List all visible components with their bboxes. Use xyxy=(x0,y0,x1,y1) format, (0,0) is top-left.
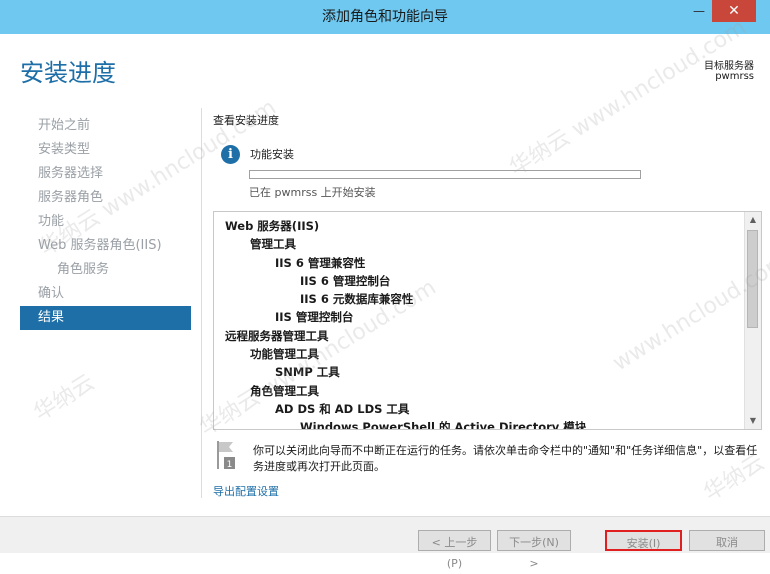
minimize-button[interactable]: — xyxy=(686,0,712,22)
installation-status: 已在 pwmrss 上开始安装 xyxy=(249,186,376,199)
svg-text:1: 1 xyxy=(227,460,233,470)
nav-item-results[interactable]: 结果 xyxy=(20,306,191,330)
scroll-down-icon[interactable]: ▼ xyxy=(745,413,761,429)
page-title: 安装进度 xyxy=(20,59,116,87)
info-note: 你可以关闭此向导而不中断正在运行的任务。请依次单击命令栏中的"通知"和"任务详细… xyxy=(253,444,758,473)
wizard-nav: 开始之前 安装类型 服务器选择 服务器角色 功能 Web 服务器角色(IIS) … xyxy=(20,114,191,330)
results-list[interactable]: Web 服务器(IIS) 管理工具 IIS 6 管理兼容性 IIS 6 管理控制… xyxy=(213,211,762,430)
close-icon: ✕ xyxy=(728,3,740,19)
next-button[interactable]: 下一步(N) > xyxy=(497,530,571,570)
result-item: 功能管理工具 xyxy=(250,347,319,362)
close-button[interactable]: ✕ xyxy=(712,0,756,22)
nav-item-features[interactable]: 功能 xyxy=(20,210,191,234)
info-icon: i xyxy=(221,145,240,164)
nav-item-server-roles[interactable]: 服务器角色 xyxy=(20,186,191,210)
watermark: 华纳云 xyxy=(29,370,99,427)
scrollbar-thumb[interactable] xyxy=(747,230,758,328)
minimize-icon: — xyxy=(693,4,705,18)
nav-item-installation-type[interactable]: 安装类型 xyxy=(20,138,191,162)
result-item: IIS 6 管理控制台 xyxy=(300,273,391,288)
scroll-up-icon[interactable]: ▲ xyxy=(745,212,761,228)
nav-item-role-services[interactable]: 角色服务 xyxy=(20,258,191,282)
window-title: 添加角色和功能向导 xyxy=(322,9,448,25)
install-button[interactable]: 安装(I) xyxy=(605,530,682,551)
export-configuration-link[interactable]: 导出配置设置 xyxy=(213,483,279,499)
watermark: 华纳云 www.hncloud.com xyxy=(505,15,751,182)
result-item: Windows PowerShell 的 Active Directory 模块 xyxy=(300,420,587,430)
result-item: IIS 6 管理兼容性 xyxy=(275,255,366,270)
nav-item-web-server-role[interactable]: Web 服务器角色(IIS) xyxy=(20,234,191,258)
results-scrollbar[interactable]: ▲ ▼ xyxy=(744,212,761,429)
previous-button[interactable]: < 上一步(P) xyxy=(418,530,491,570)
nav-item-confirmation[interactable]: 确认 xyxy=(20,282,191,306)
result-item: IIS 管理控制台 xyxy=(275,310,354,325)
nav-item-before-you-begin[interactable]: 开始之前 xyxy=(20,114,191,138)
section-heading: 查看安装进度 xyxy=(213,114,279,127)
nav-item-server-selection[interactable]: 服务器选择 xyxy=(20,162,191,186)
result-item: AD DS 和 AD LDS 工具 xyxy=(275,401,410,416)
result-item: 管理工具 xyxy=(250,237,296,252)
cancel-button[interactable]: 取消 xyxy=(689,530,765,551)
target-server-value: pwmrss xyxy=(715,71,754,82)
result-item: Web 服务器(IIS) xyxy=(225,219,320,233)
window-controls: — ✕ xyxy=(686,0,756,22)
target-server-label: 目标服务器 xyxy=(704,61,754,72)
result-item: 角色管理工具 xyxy=(250,383,319,398)
result-item: IIS 6 元数据库兼容性 xyxy=(300,292,414,307)
nav-divider xyxy=(201,108,202,498)
flag-icon: 1 xyxy=(217,441,235,470)
installation-progress-bar xyxy=(249,170,641,179)
feature-installation-label: 功能安装 xyxy=(250,148,294,161)
result-item: 远程服务器管理工具 xyxy=(225,328,329,343)
results-content: Web 服务器(IIS) 管理工具 IIS 6 管理兼容性 IIS 6 管理控制… xyxy=(214,217,744,430)
result-item: SNMP 工具 xyxy=(275,365,340,380)
